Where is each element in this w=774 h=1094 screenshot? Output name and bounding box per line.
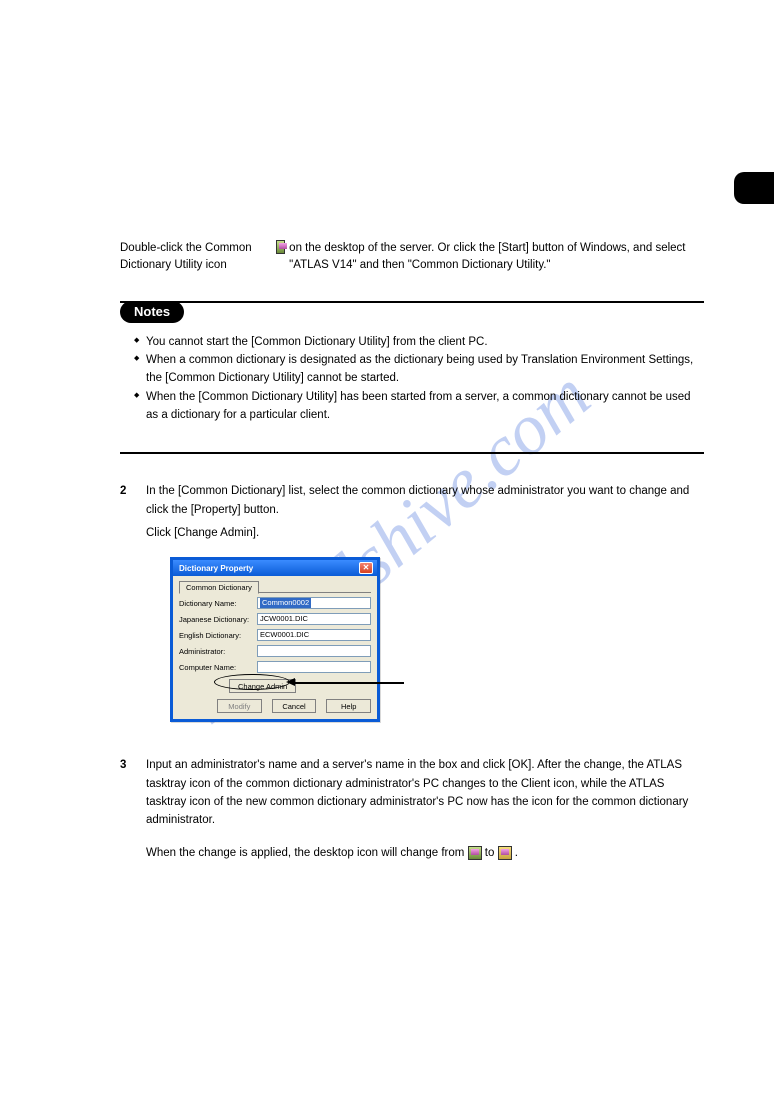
step-text: In the [Common Dictionary] list, select …	[146, 482, 704, 519]
tray-icon-sentence: When the change is applied, the desktop …	[146, 844, 704, 862]
step-number: 2	[120, 482, 134, 519]
server-tray-icon	[468, 846, 482, 860]
administrator-field[interactable]	[257, 645, 371, 657]
step-2: 2 In the [Common Dictionary] list, selec…	[120, 482, 704, 519]
tray-text-mid: to	[485, 847, 498, 859]
callout-arrow-line	[292, 682, 404, 684]
english-dictionary-field[interactable]: ECW0001.DIC	[257, 629, 371, 641]
instruction-text: Double-click the Common Dictionary Utili…	[120, 240, 272, 275]
label-computer-name: Computer Name:	[179, 663, 253, 672]
japanese-dictionary-field[interactable]: JCW0001.DIC	[257, 613, 371, 625]
cancel-button[interactable]: Cancel	[272, 699, 317, 713]
step-number: 3	[120, 756, 134, 830]
tray-text-prefix: When the change is applied, the desktop …	[146, 847, 468, 859]
dictionary-name-field[interactable]: Common0002	[257, 597, 371, 609]
note-item: You cannot start the [Common Dictionary …	[134, 333, 704, 351]
notes-badge: Notes	[120, 301, 184, 323]
help-button[interactable]: Help	[326, 699, 371, 713]
note-item: When the [Common Dictionary Utility] has…	[134, 388, 704, 425]
label-english-dictionary: English Dictionary:	[179, 631, 253, 640]
document-content: Double-click the Common Dictionary Utili…	[120, 240, 704, 862]
label-administrator: Administrator:	[179, 647, 253, 656]
note-item: When a common dictionary is designated a…	[134, 351, 704, 388]
server-utility-icon	[276, 240, 286, 254]
label-dictionary-name: Dictionary Name:	[179, 599, 253, 608]
instruction-text-suffix: on the desktop of the server. Or click t…	[289, 240, 704, 275]
step-2-sub: Click [Change Admin].	[146, 527, 704, 539]
tray-text-suffix: .	[515, 847, 518, 859]
step-3: 3 Input an administrator's name and a se…	[120, 756, 704, 830]
tab-common-dictionary[interactable]: Common Dictionary	[179, 581, 259, 594]
dialog-title: Dictionary Property	[179, 564, 253, 573]
dialog-figure: Dictionary Property ✕ Common Dictionary …	[170, 557, 380, 722]
callout-arrow-head	[286, 678, 295, 686]
step-text: Input an administrator's name and a serv…	[146, 756, 704, 830]
notes-divider: Notes	[120, 301, 704, 325]
label-japanese-dictionary: Japanese Dictionary:	[179, 615, 253, 624]
dialog-titlebar[interactable]: Dictionary Property ✕	[173, 560, 377, 576]
dictionary-property-dialog: Dictionary Property ✕ Common Dictionary …	[170, 557, 380, 722]
page-side-tab	[734, 172, 774, 204]
client-tray-icon	[498, 846, 512, 860]
startup-instruction: Double-click the Common Dictionary Utili…	[120, 240, 704, 275]
computer-name-field[interactable]	[257, 661, 371, 673]
notes-list: You cannot start the [Common Dictionary …	[120, 333, 704, 425]
close-icon[interactable]: ✕	[359, 562, 373, 574]
modify-button: Modify	[217, 699, 262, 713]
section-divider	[120, 452, 704, 454]
